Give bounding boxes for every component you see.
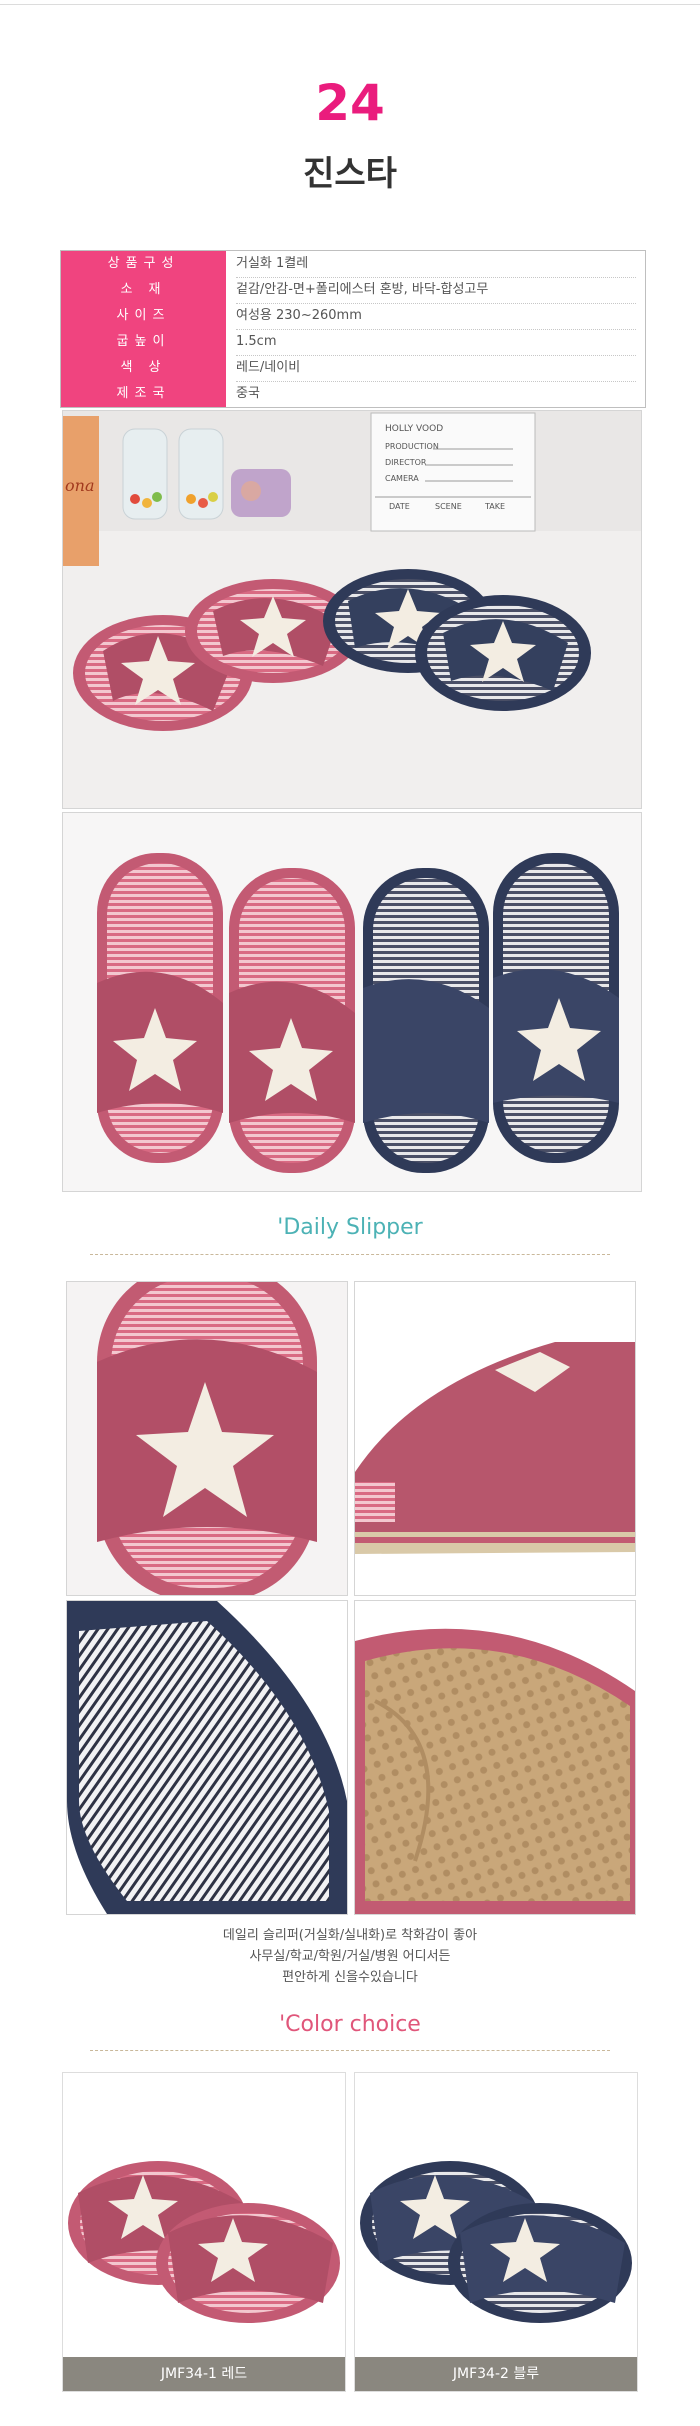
color-option-label: JMF34-2 블루 <box>355 2357 637 2391</box>
clapper-text: CAMERA <box>385 474 419 483</box>
spec-label: 상품구성 <box>107 256 180 271</box>
top-divider <box>0 0 700 5</box>
spec-label-column: 상품구성 소 재 사이즈 굽높이 색 상 제조국 <box>61 251 226 407</box>
daily-slipper-title: 'Daily Slipper <box>277 1215 423 1240</box>
detail-photo-sole <box>354 1600 636 1915</box>
product-name: 진스타 <box>303 154 397 194</box>
spec-label: 제조국 <box>116 386 171 401</box>
spec-label: 소 재 <box>120 282 167 297</box>
clapper-text: PRODUCTION <box>385 442 439 451</box>
lifestyle-photo: ona HOLLY VOOD PRODUCTION DIRECTOR CAMER… <box>62 410 642 809</box>
color-divider <box>90 2050 610 2051</box>
spec-label: 색 상 <box>120 360 167 375</box>
clapper-text: SCENE <box>435 502 462 511</box>
spec-value: 1.5cm <box>236 334 277 349</box>
slippers-topdown-photo <box>62 812 642 1192</box>
spec-value: 중국 <box>236 386 260 401</box>
jar-label-text: ona <box>65 476 94 495</box>
red-slipper-right <box>229 868 355 1173</box>
color-option-red: JMF34-1 레드 <box>62 2072 346 2392</box>
red-slipper-left <box>97 853 223 1163</box>
spec-value: 레드/네이비 <box>236 360 301 375</box>
detail-photo-side <box>354 1281 636 1596</box>
clapper-text: DIRECTOR <box>385 458 427 467</box>
caption-line: 편안하게 신을수있습니다 <box>282 1970 418 1985</box>
spec-label: 사이즈 <box>116 308 171 323</box>
clapper-text: HOLLY VOOD <box>385 424 443 434</box>
spec-label: 굽높이 <box>116 334 171 349</box>
color-choice-title: 'Color choice <box>279 2012 421 2037</box>
clapper-text: TAKE <box>484 502 505 511</box>
spec-table: 상품구성 소 재 사이즈 굽높이 색 상 제조국 거실화 1켤레 겉감/안감-면… <box>60 250 646 408</box>
caption-line: 사무실/학교/학원/거실/병원 어디서든 <box>249 1949 451 1964</box>
navy-slipper-right <box>493 853 619 1163</box>
spec-value: 여성용 230~260mm <box>236 308 362 323</box>
detail-photo-star-toe <box>66 1281 348 1596</box>
caption-line: 데일리 슬리퍼(거실화/실내화)로 착화감이 좋아 <box>222 1928 478 1943</box>
detail-photo-navy-insole <box>66 1600 348 1915</box>
color-option-label: JMF34-1 레드 <box>63 2357 345 2391</box>
daily-divider <box>90 1254 610 1255</box>
spec-value: 거실화 1켤레 <box>236 256 309 271</box>
spec-value: 겉감/안감-면+폴리에스터 혼방, 바닥-합성고무 <box>236 282 489 297</box>
color-option-blue: JMF34-2 블루 <box>354 2072 638 2392</box>
purple-crystals <box>231 469 291 517</box>
clapper-text: DATE <box>389 502 410 511</box>
product-number: 24 <box>315 74 385 132</box>
navy-slipper-left <box>363 868 489 1173</box>
